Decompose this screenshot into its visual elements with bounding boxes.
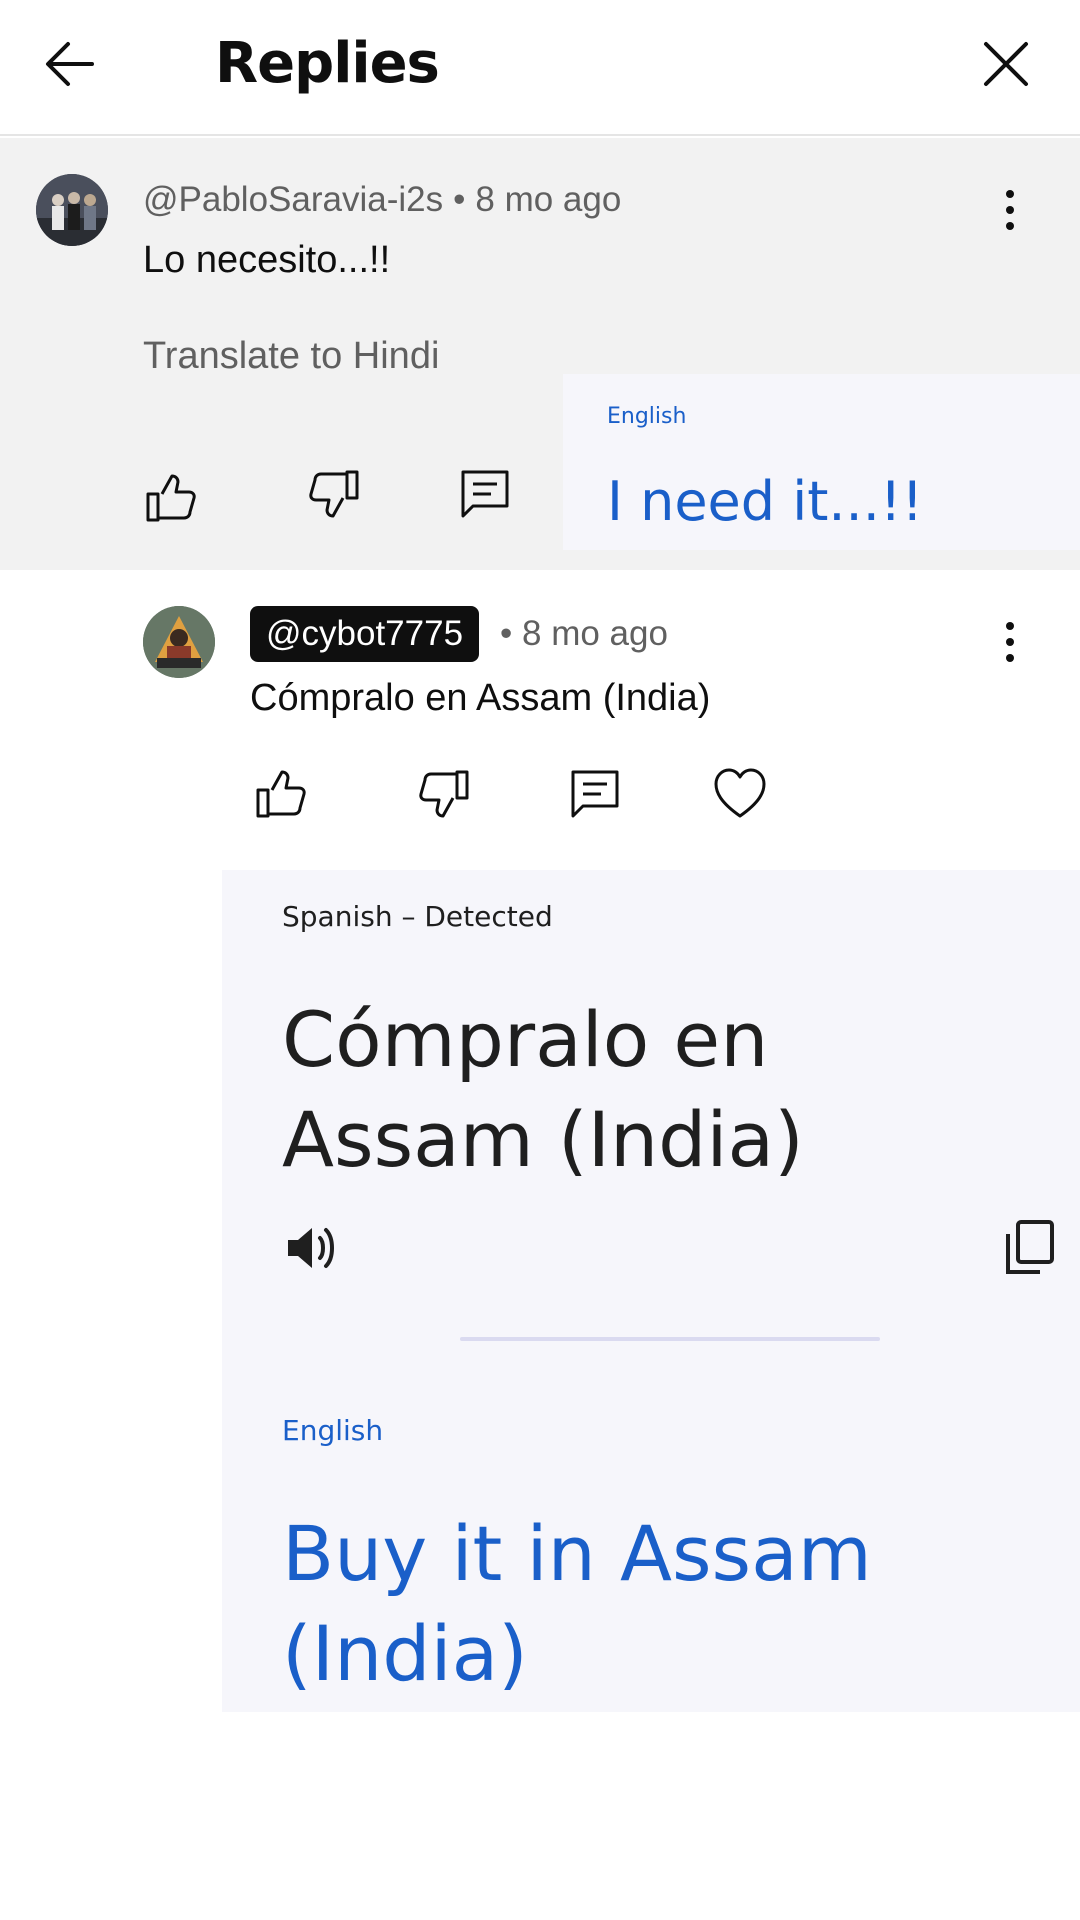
comment-text: Lo necesito...!! [143, 239, 391, 281]
avatar[interactable] [36, 174, 108, 246]
page-title: Replies [215, 31, 440, 96]
like-icon[interactable] [250, 764, 310, 824]
heart-icon[interactable] [710, 764, 770, 824]
comment-meta: @PabloSaravia-i2s • 8 mo ago [143, 178, 621, 222]
target-text: Buy it in Assam (India) [282, 1509, 872, 1698]
meta-separator: • [453, 180, 466, 219]
reply-icon[interactable] [455, 464, 515, 524]
meta-separator: • [500, 614, 513, 653]
reply-meta: • 8 mo ago [500, 612, 668, 656]
close-icon[interactable] [972, 30, 1040, 98]
translate-link[interactable]: Translate to Hindi [143, 332, 439, 380]
back-arrow-icon[interactable] [40, 30, 108, 98]
target-language: English [282, 1414, 384, 1447]
dislike-icon[interactable] [305, 464, 365, 524]
parent-comment: @PabloSaravia-i2s • 8 mo ago Lo necesito..… [0, 138, 1080, 570]
reply-avatar[interactable] [143, 606, 215, 678]
reply-icon[interactable] [565, 764, 625, 824]
reply-time: 8 mo ago [522, 614, 668, 653]
comment-time: 8 mo ago [475, 180, 622, 219]
popup-translation: I need it...!! [607, 470, 924, 533]
copy-icon[interactable] [1002, 1218, 1058, 1278]
reply-author-badge[interactable]: @cybot7775 [250, 606, 480, 662]
like-icon[interactable] [140, 468, 200, 528]
translation-popup: English I need it...!! [563, 374, 1080, 550]
more-options-icon[interactable] [990, 180, 1030, 240]
header-bar: Replies [0, 0, 1080, 136]
divider [460, 1337, 880, 1341]
source-text: Cómpralo en Assam (India) [282, 995, 804, 1184]
reply-text: Cómpralo en Assam (India) [250, 677, 711, 719]
source-language: Spanish – Detected [282, 900, 553, 933]
comment-author[interactable]: @PabloSaravia-i2s [143, 180, 443, 219]
speaker-icon[interactable] [282, 1218, 342, 1278]
more-options-icon[interactable] [990, 612, 1030, 672]
popup-language: English [607, 404, 687, 429]
translation-panel: Spanish – Detected Cómpralo en Assam (In… [222, 870, 1080, 1712]
dislike-icon[interactable] [415, 764, 475, 824]
